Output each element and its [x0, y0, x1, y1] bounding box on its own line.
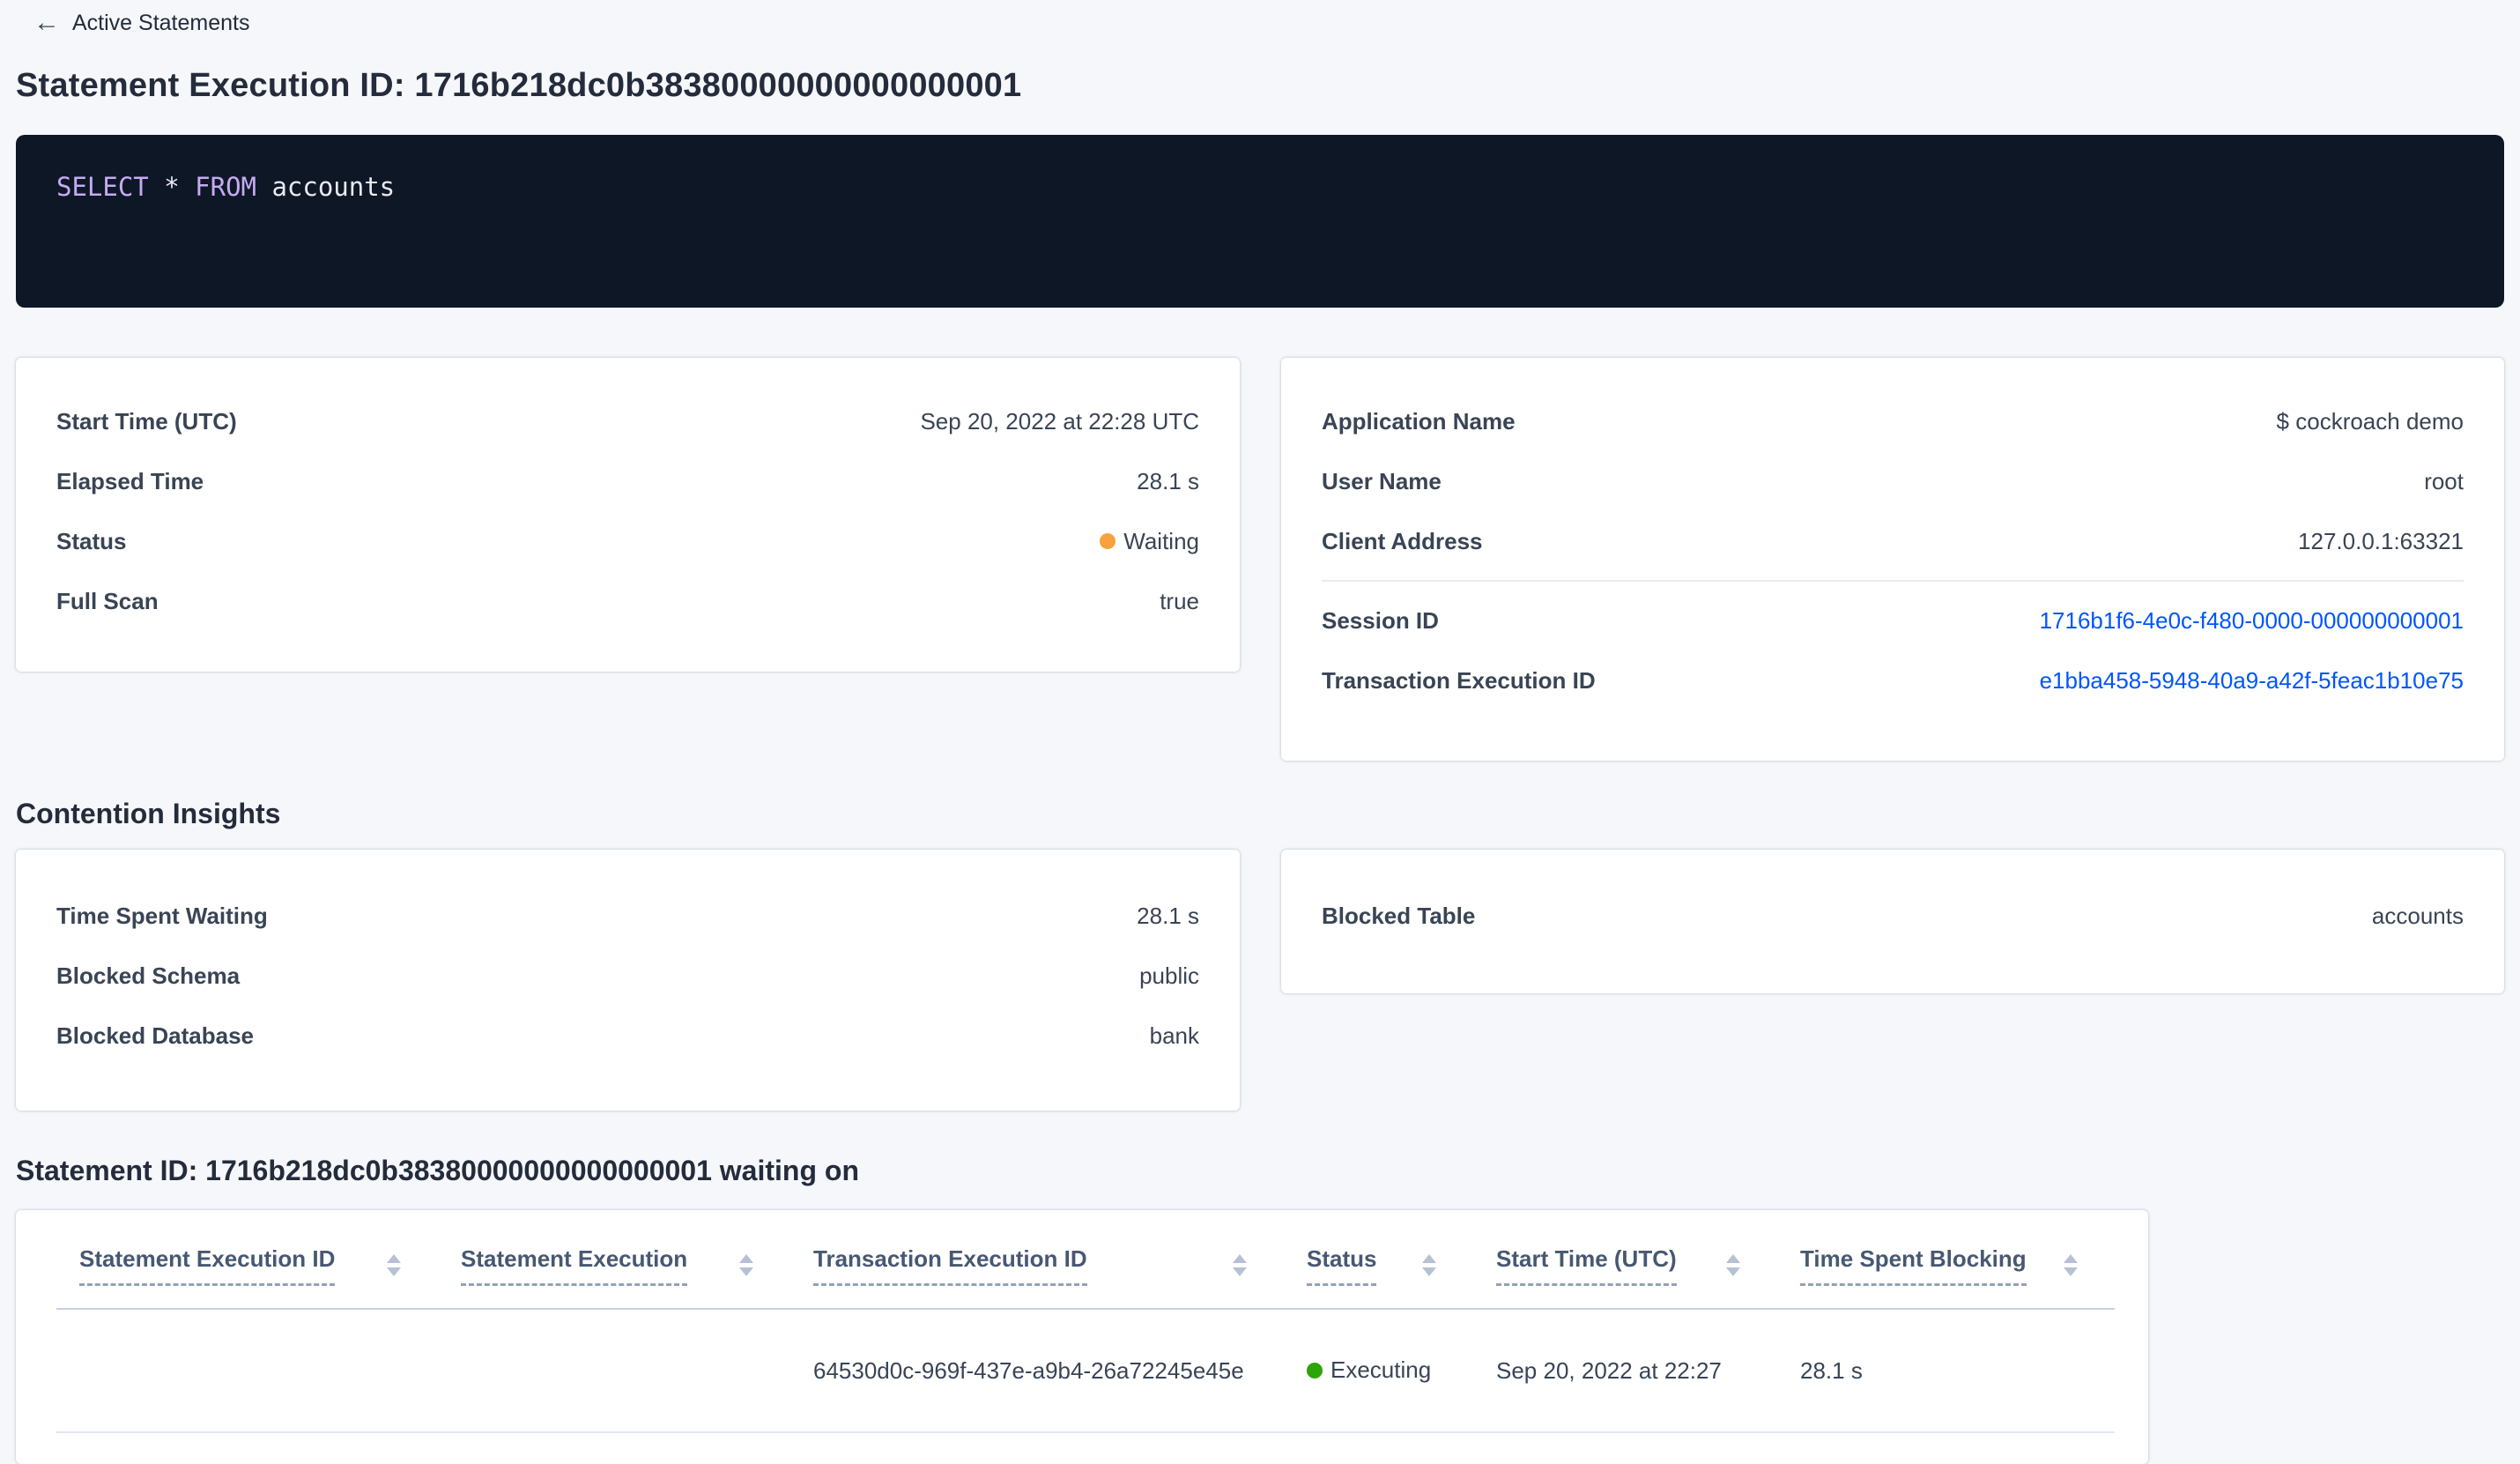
- transaction-execution-id-label: Transaction Execution ID: [1322, 666, 1596, 694]
- application-name-row: Application Name $ cockroach demo: [1322, 391, 2464, 451]
- column-label: Status: [1307, 1245, 1377, 1286]
- start-time-value: Sep 20, 2022 at 22:28 UTC: [920, 407, 1199, 435]
- time-spent-waiting-row: Time Spent Waiting 28.1 s: [56, 886, 1199, 946]
- elapsed-time-label: Elapsed Time: [56, 467, 204, 494]
- sql-statement: SELECT * FROM accounts: [56, 172, 395, 202]
- client-address-label: Client Address: [1322, 527, 1483, 554]
- user-name-label: User Name: [1322, 467, 1442, 494]
- status-executing-dot-icon: [1307, 1362, 1323, 1379]
- status-waiting-text: Waiting: [1123, 527, 1199, 554]
- sql-statement-box: SELECT * FROM accounts: [16, 135, 2504, 308]
- column-label: Start Time (UTC): [1496, 1245, 1677, 1286]
- sort-arrows-icon: [1233, 1254, 1247, 1276]
- summary-cards-row: Start Time (UTC) Sep 20, 2022 at 22:28 U…: [16, 358, 2504, 761]
- back-link-label: Active Statements: [72, 10, 250, 35]
- blocked-table-value: accounts: [2371, 902, 2464, 929]
- sql-star: *: [148, 172, 196, 202]
- session-details-card: Application Name $ cockroach demo User N…: [1281, 358, 2504, 761]
- client-address-value: 127.0.0.1:63321: [2298, 527, 2464, 554]
- column-header-start-time[interactable]: Start Time (UTC): [1473, 1245, 1777, 1286]
- column-header-statement-execution-id[interactable]: Statement Execution ID: [56, 1245, 438, 1286]
- waiting-on-heading: Statement ID: 1716b218dc0b38380000000000…: [16, 1155, 859, 1186]
- blocked-table-row: Blocked Table accounts: [1322, 886, 2464, 946]
- back-arrow-icon: ←: [33, 8, 60, 37]
- column-header-statement-execution[interactable]: Statement Execution: [438, 1245, 790, 1286]
- status-value: Waiting: [1100, 528, 1199, 555]
- waiting-on-table-row: 64530d0c-969f-437e-a9b4-26a72245e45e Exe…: [56, 1310, 2115, 1433]
- session-id-row: Session ID 1716b1f6-4e0c-f480-0000-00000…: [1322, 591, 2464, 650]
- blocked-database-row: Blocked Database bank: [56, 1006, 1199, 1066]
- time-spent-waiting-value: 28.1 s: [1137, 902, 1199, 929]
- contention-details-card: Time Spent Waiting 28.1 s Blocked Schema…: [16, 850, 1240, 1111]
- waiting-on-table-header: Statement Execution ID Statement Executi…: [56, 1210, 2115, 1310]
- start-time-label: Start Time (UTC): [56, 407, 237, 435]
- sort-arrows-icon: [1726, 1254, 1740, 1276]
- user-name-row: User Name root: [1322, 451, 2464, 511]
- statement-execution-details-page: ← Active Statements Statement Execution …: [0, 0, 2520, 1464]
- start-time-row: Start Time (UTC) Sep 20, 2022 at 22:28 U…: [56, 391, 1199, 451]
- time-spent-waiting-label: Time Spent Waiting: [56, 902, 268, 929]
- status-waiting-dot-icon: [1100, 533, 1116, 549]
- sort-arrows-icon: [1422, 1254, 1436, 1276]
- cell-time-spent-blocking: 28.1 s: [1800, 1356, 1863, 1384]
- elapsed-time-row: Elapsed Time 28.1 s: [56, 451, 1199, 511]
- blocked-database-label: Blocked Database: [56, 1022, 254, 1049]
- status-label: Status: [56, 527, 127, 554]
- cell-transaction-execution-id: 64530d0c-969f-437e-a9b4-26a72245e45e: [813, 1356, 1244, 1384]
- page-title: Statement Execution ID: 1716b218dc0b3838…: [16, 67, 1022, 104]
- contention-cards-row: Time Spent Waiting 28.1 s Blocked Schema…: [16, 850, 2504, 1111]
- blocked-table-label: Blocked Table: [1322, 902, 1476, 929]
- blocked-table-card: Blocked Table accounts: [1281, 850, 2504, 993]
- cell-start-time: Sep 20, 2022 at 22:27: [1496, 1356, 1722, 1384]
- elapsed-time-value: 28.1 s: [1137, 467, 1199, 494]
- contention-insights-heading: Contention Insights: [16, 798, 281, 829]
- session-id-label: Session ID: [1322, 606, 1439, 634]
- sort-arrows-icon: [2064, 1254, 2078, 1276]
- status-executing-text: Executing: [1330, 1356, 1432, 1384]
- application-name-label: Application Name: [1322, 407, 1516, 435]
- column-label: Transaction Execution ID: [813, 1245, 1087, 1286]
- status-row: Status Waiting: [56, 511, 1199, 571]
- column-header-status[interactable]: Status: [1284, 1245, 1473, 1286]
- waiting-on-table-card: Statement Execution ID Statement Executi…: [16, 1210, 2148, 1464]
- sql-table-name: accounts: [256, 172, 396, 202]
- full-scan-label: Full Scan: [56, 587, 159, 614]
- blocked-schema-row: Blocked Schema public: [56, 946, 1199, 1006]
- execution-details-card: Start Time (UTC) Sep 20, 2022 at 22:28 U…: [16, 358, 1240, 672]
- column-label: Time Spent Blocking: [1800, 1245, 2027, 1286]
- sort-arrows-icon: [739, 1254, 753, 1276]
- blocked-database-value: bank: [1149, 1022, 1199, 1049]
- user-name-value: root: [2424, 467, 2464, 494]
- blocked-schema-value: public: [1139, 962, 1199, 989]
- full-scan-value: true: [1160, 587, 1199, 614]
- sort-arrows-icon: [387, 1254, 401, 1276]
- client-address-row: Client Address 127.0.0.1:63321: [1322, 511, 2464, 571]
- full-scan-row: Full Scan true: [56, 571, 1199, 631]
- session-card-divider: [1322, 580, 2464, 582]
- column-label: Statement Execution ID: [79, 1245, 336, 1286]
- column-header-transaction-execution-id[interactable]: Transaction Execution ID: [790, 1245, 1284, 1286]
- session-id-link[interactable]: 1716b1f6-4e0c-f480-0000-000000000001: [2040, 607, 2464, 635]
- back-to-active-statements-link[interactable]: ← Active Statements: [16, 7, 2504, 39]
- sql-keyword-from: FROM: [195, 172, 256, 202]
- cell-status: Executing: [1284, 1356, 1473, 1385]
- blocked-schema-label: Blocked Schema: [56, 962, 241, 989]
- column-label: Statement Execution: [461, 1245, 688, 1286]
- column-header-time-spent-blocking[interactable]: Time Spent Blocking: [1777, 1245, 2115, 1286]
- transaction-execution-id-row: Transaction Execution ID e1bba458-5948-4…: [1322, 650, 2464, 710]
- transaction-execution-id-link[interactable]: e1bba458-5948-40a9-a42f-5feac1b10e75: [2040, 667, 2464, 695]
- application-name-value: $ cockroach demo: [2276, 407, 2464, 435]
- sql-keyword-select: SELECT: [56, 172, 149, 202]
